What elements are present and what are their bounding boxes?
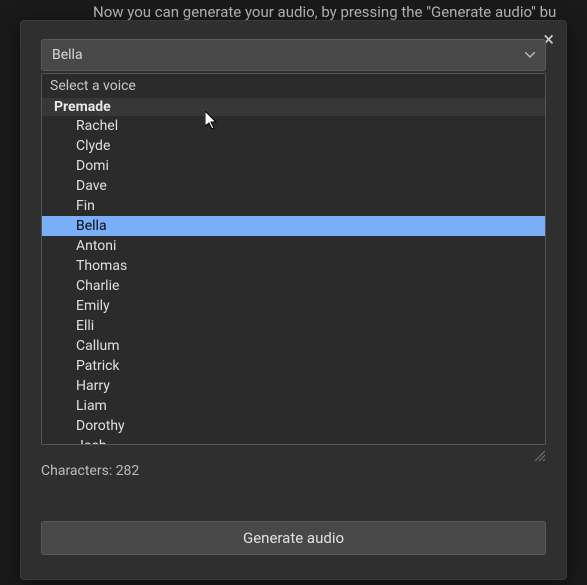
voice-select[interactable]: Bella <box>41 39 546 71</box>
voice-option[interactable]: Bella <box>42 216 545 236</box>
voice-select-value: Bella <box>52 47 83 63</box>
voice-option[interactable]: Elli <box>42 316 545 336</box>
voice-option[interactable]: Domi <box>42 156 545 176</box>
chevron-down-icon <box>525 52 535 58</box>
voice-option[interactable]: Josh <box>42 436 545 444</box>
voice-option[interactable]: Fin <box>42 196 545 216</box>
voice-option[interactable]: Clyde <box>42 136 545 156</box>
background-instruction-text: Now you can generate your audio, by pres… <box>93 3 587 21</box>
voice-option[interactable]: Callum <box>42 336 545 356</box>
dropdown-placeholder: Select a voice <box>42 74 545 98</box>
voice-dropdown: Select a voice Premade RachelClydeDomiDa… <box>41 73 546 445</box>
voice-option[interactable]: Harry <box>42 376 545 396</box>
voice-option[interactable]: Patrick <box>42 356 545 376</box>
voice-option[interactable]: Charlie <box>42 276 545 296</box>
dropdown-group-premade: Premade <box>42 98 545 116</box>
character-count: Characters: 282 <box>41 463 139 479</box>
generate-audio-button[interactable]: Generate audio <box>41 521 546 555</box>
voice-option[interactable]: Thomas <box>42 256 545 276</box>
voice-option[interactable]: Dave <box>42 176 545 196</box>
generate-audio-label: Generate audio <box>243 529 344 547</box>
voice-option[interactable]: Liam <box>42 396 545 416</box>
textarea-resize-handle[interactable] <box>533 449 545 461</box>
voice-option[interactable]: Rachel <box>42 116 545 136</box>
voice-option[interactable]: Dorothy <box>42 416 545 436</box>
voice-modal: × Bella Select a voice Premade RachelCly… <box>20 20 567 580</box>
voice-option[interactable]: Antoni <box>42 236 545 256</box>
dropdown-option-list[interactable]: RachelClydeDomiDaveFinBellaAntoniThomasC… <box>42 116 545 444</box>
voice-option[interactable]: Emily <box>42 296 545 316</box>
